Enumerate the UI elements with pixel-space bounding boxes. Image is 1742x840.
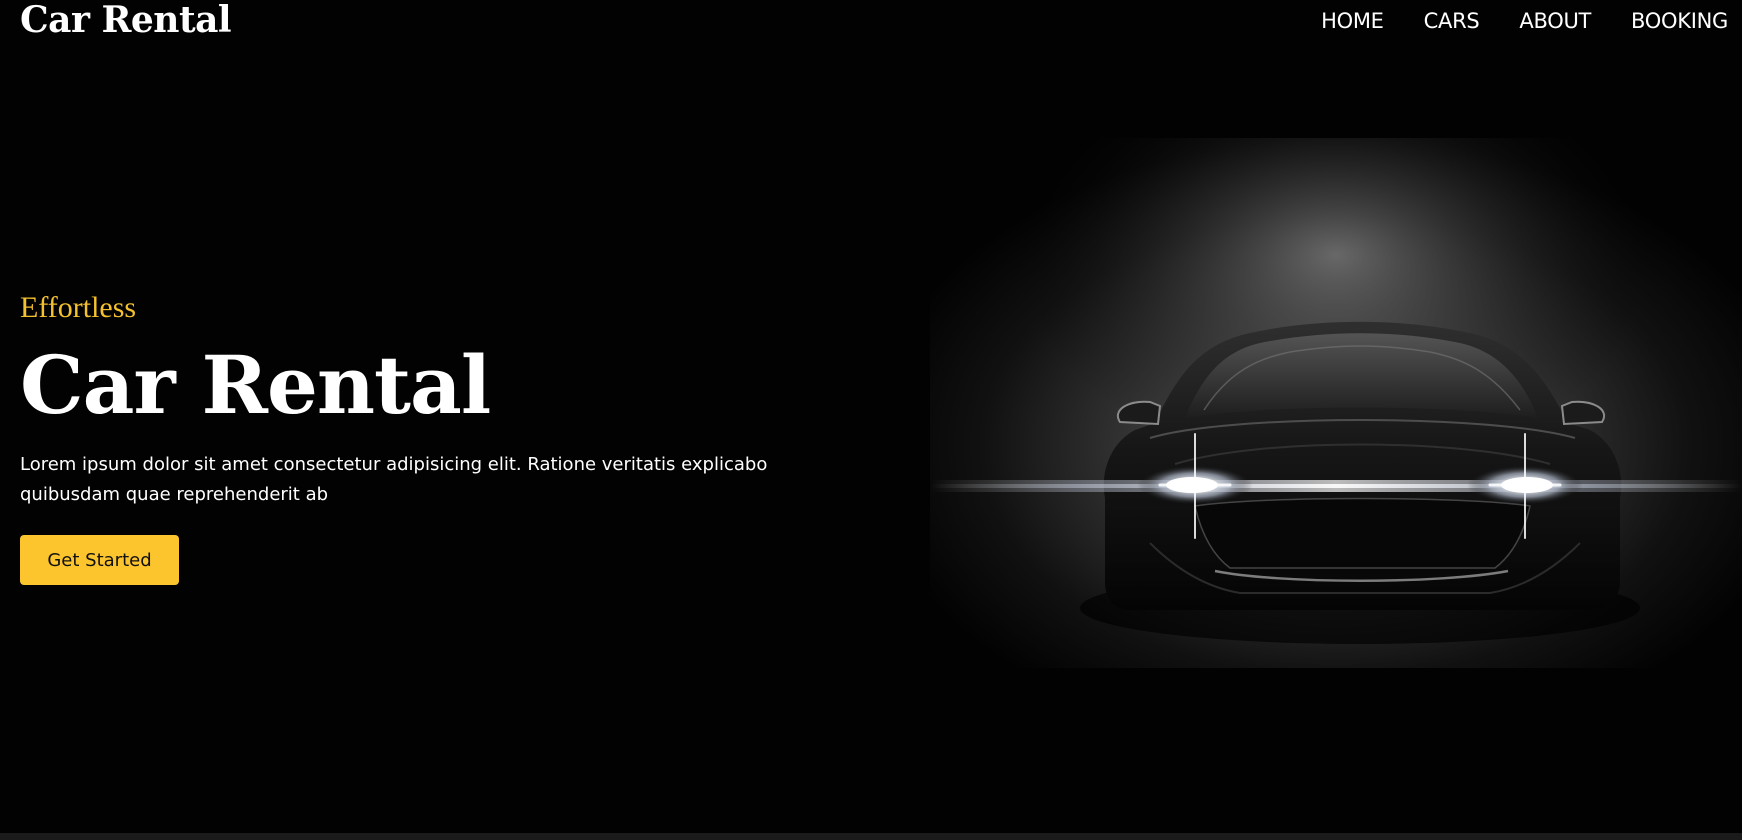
site-logo[interactable]: Car Rental (20, 0, 232, 40)
main-nav: HOME CARS ABOUT BOOKING (1321, 8, 1728, 34)
hero-text: Effortless Car Rental Lorem ipsum dolor … (20, 290, 780, 585)
hero-title: Car Rental (20, 338, 491, 432)
nav-home-link[interactable]: HOME (1321, 8, 1384, 34)
car-headlights-icon (930, 138, 1742, 668)
page-background: Car Rental HOME CARS ABOUT BOOKING Effor… (0, 0, 1742, 833)
hero-car-image (930, 138, 1742, 668)
nav-about-link[interactable]: ABOUT (1519, 8, 1591, 34)
hero-description: Lorem ipsum dolor sit amet consectetur a… (20, 454, 768, 505)
bottom-edge (0, 833, 1742, 840)
hero-eyebrow: Effortless (20, 291, 137, 324)
nav-cars-link[interactable]: CARS (1424, 8, 1480, 34)
nav-booking-link[interactable]: BOOKING (1631, 8, 1728, 34)
get-started-button[interactable]: Get Started (20, 535, 179, 585)
